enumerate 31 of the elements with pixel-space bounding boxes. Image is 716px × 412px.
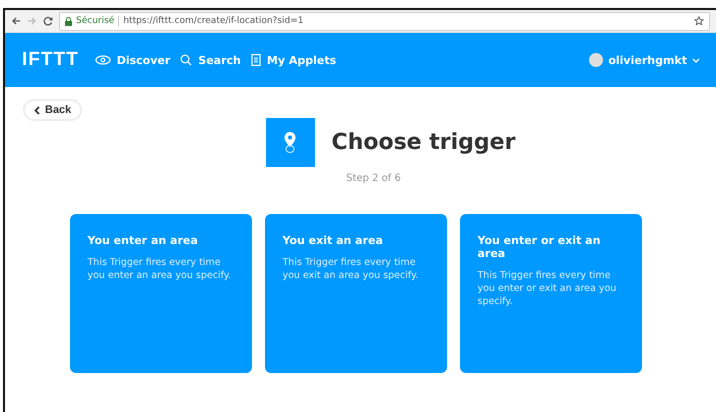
user-menu[interactable]: olivierhgmkt [589,53,700,67]
trigger-title: You enter an area [88,234,199,247]
security-label: Sécurisé [76,16,114,26]
trigger-card[interactable]: You enter or exit an area This Trigger fires every time you enter or exit an area you specify. [460,214,642,373]
logo[interactable]: IFTTT [22,49,79,71]
nav-link[interactable]: My Applets [250,54,336,66]
url-text: https://ifttt.com/create/if-location?sid=1 [123,16,304,26]
trigger-title: You enter or exit an area [478,234,602,260]
search-icon [180,54,192,66]
nav-link[interactable]: Discover [94,54,170,66]
trigger-description: This Trigger fires every time you enter or exit an area you specify. [478,269,618,308]
document-icon [250,54,261,66]
chevron-left-icon [34,106,40,114]
trigger-description: This Trigger fires every time you exit an area you specify. [282,256,420,282]
chevron-down-icon [692,58,700,62]
back-arrow-icon[interactable] [11,16,21,26]
reload-icon[interactable] [43,16,53,26]
trigger-card[interactable]: You enter an area This Trigger fires every time you enter an area you specify. [70,214,252,373]
location-pin-icon [283,132,298,154]
trigger-title: You exit an area [282,234,384,247]
page-title: Choose trigger [332,130,516,155]
lock-icon [65,16,72,26]
address-bar[interactable]: Sécurisé https://ifttt.com/create/if-location?sid=1 [59,12,710,30]
star-icon[interactable] [694,16,704,26]
step-indicator: Step 2 of 6 [346,173,401,184]
back-button[interactable]: Back [23,99,82,121]
trigger-card[interactable]: You exit an area This Trigger fires every time you exit an area you specify. [264,214,446,373]
avatar-icon [589,53,604,67]
trigger-description: This Trigger fires every time you enter an area you specify. [88,256,232,282]
nav-link[interactable]: Search [180,54,241,66]
eye-icon [94,55,111,65]
